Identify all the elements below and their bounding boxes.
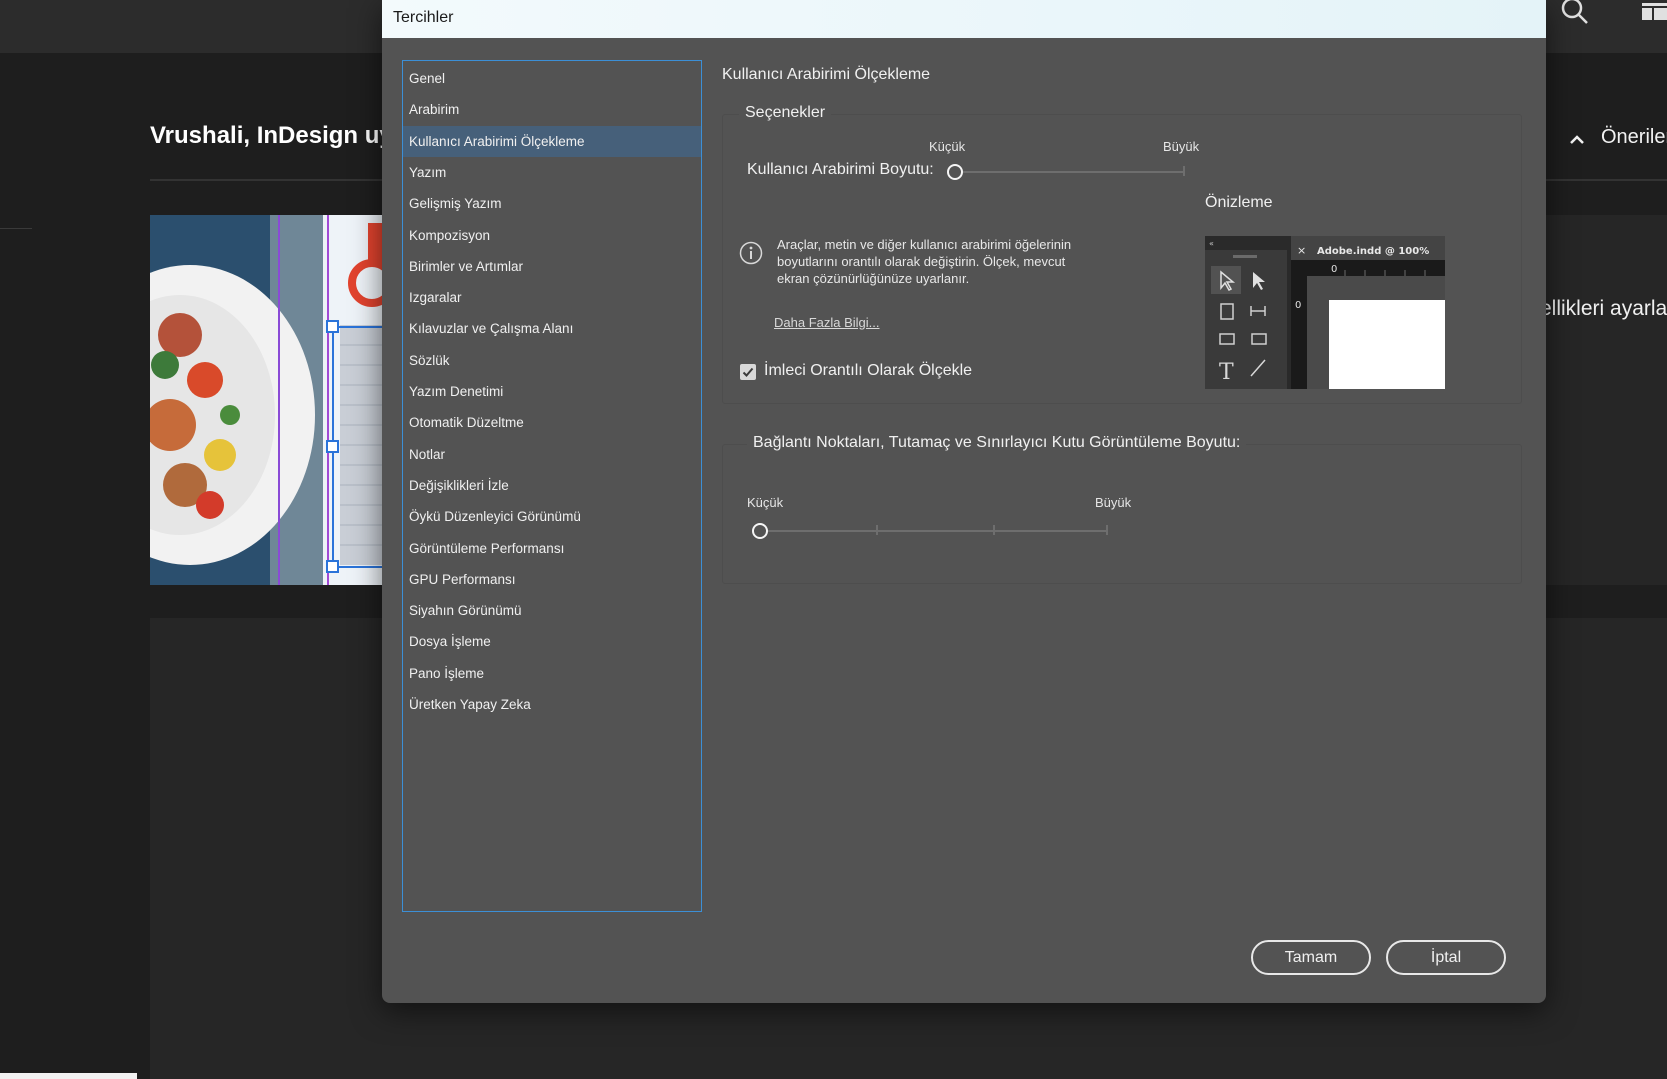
dialog-title-bar[interactable]: Tercihler [382, 0, 1546, 38]
anchor-size-max-label: Büyük [1095, 495, 1132, 510]
chevron-up-icon[interactable] [1567, 131, 1587, 147]
ok-button[interactable]: Tamam [1251, 940, 1371, 975]
nav-item[interactable]: Yazım Denetimi [403, 376, 701, 407]
anchor-size-slider-tick [993, 525, 995, 535]
svg-text:T: T [1219, 360, 1234, 385]
options-legend: Seçenekler [739, 104, 832, 122]
preview-image: « T × Adobe.indd @ 100% 0 0 [1205, 236, 1445, 389]
nav-item[interactable]: Öykü Düzenleyici Görünümü [403, 501, 701, 532]
preview-ruler-zero: 0 [1331, 264, 1337, 275]
preferences-dialog: Tercihler Genel Arabirim Kullanıcı Arabiri… [382, 0, 1546, 1003]
nav-item[interactable]: Dosya İşleme [403, 626, 701, 657]
nav-item[interactable]: Birimler ve Artımlar [403, 251, 701, 282]
ui-size-slider-track[interactable] [956, 171, 1184, 173]
search-icon[interactable] [1560, 0, 1592, 26]
card-text: ellikleri ayarlayın [1540, 297, 1667, 320]
ui-size-label: Kullanıcı Arabirimi Boyutu: [747, 161, 934, 178]
anchor-size-min-label: Küçük [747, 495, 784, 510]
nav-item[interactable]: GPU Performansı [403, 564, 701, 595]
suggestions-label[interactable]: Önerileri [1601, 126, 1667, 149]
nav-item[interactable]: Arabirim [403, 94, 701, 125]
nav-item[interactable]: Pano İşleme [403, 658, 701, 689]
nav-item[interactable]: Genel [403, 63, 701, 94]
food-thumbnail-image [150, 215, 390, 585]
nav-item[interactable]: Görüntüleme Performansı [403, 533, 701, 564]
nav-item[interactable]: Siyahın Görünümü [403, 595, 701, 626]
nav-item[interactable]: Izgaralar [403, 282, 701, 313]
info-icon [739, 241, 763, 265]
preview-doc-tab: Adobe.indd @ 100% [1317, 246, 1429, 257]
learn-more-link[interactable]: Daha Fazla Bilgi... [774, 315, 880, 330]
section-title: Kullanıcı Arabirimi Ölçekleme [722, 66, 931, 83]
ui-size-min-label: Küçük [929, 139, 966, 154]
nav-item[interactable]: Üretken Yapay Zeka [403, 689, 701, 720]
anchor-size-group [722, 444, 1522, 584]
nav-item[interactable]: Değişiklikleri İzle [403, 470, 701, 501]
info-description: Araçlar, metin ve diğer kullanıcı arabir… [777, 237, 1072, 286]
divider [0, 228, 32, 229]
anchor-size-slider-knob[interactable] [752, 523, 768, 539]
anchor-size-slider-tick [1106, 525, 1108, 535]
anchor-size-slider-track[interactable] [765, 530, 1107, 532]
nav-item[interactable]: Otomatik Düzeltme [403, 407, 701, 438]
anchor-size-legend: Bağlantı Noktaları, Tutamaç ve Sınırlayı… [747, 434, 1247, 452]
nav-item[interactable]: Notlar [403, 439, 701, 470]
scale-cursor-label[interactable]: İmleci Orantılı Olarak Ölçekle [764, 362, 972, 380]
preview-label: Önizleme [1205, 194, 1273, 211]
taskbar-strip [0, 1073, 137, 1079]
preview-ruler-zero-vertical: 0 [1295, 300, 1301, 311]
nav-item[interactable]: Kompozisyon [403, 220, 701, 251]
nav-item[interactable]: Sözlük [403, 345, 701, 376]
svg-text:×: × [1297, 244, 1306, 257]
panels-icon[interactable] [1640, 0, 1667, 26]
ui-size-slider-knob[interactable] [947, 164, 963, 180]
anchor-size-slider-tick [876, 525, 878, 535]
cancel-button[interactable]: İptal [1386, 940, 1506, 975]
ui-size-slider-tick [1183, 166, 1185, 176]
ui-size-max-label: Büyük [1163, 139, 1200, 154]
nav-item[interactable]: Gelişmiş Yazım [403, 188, 701, 219]
scale-cursor-checkbox[interactable] [740, 364, 756, 380]
nav-item[interactable]: Kullanıcı Arabirimi Ölçekleme [403, 125, 701, 157]
svg-text:«: « [1209, 239, 1214, 248]
preferences-category-list[interactable]: Genel Arabirim Kullanıcı Arabirimi Ölçekle… [402, 60, 702, 912]
nav-item[interactable]: Yazım [403, 157, 701, 188]
dialog-title: Tercihler [393, 9, 454, 26]
nav-item[interactable]: Kılavuzlar ve Çalışma Alanı [403, 313, 701, 344]
